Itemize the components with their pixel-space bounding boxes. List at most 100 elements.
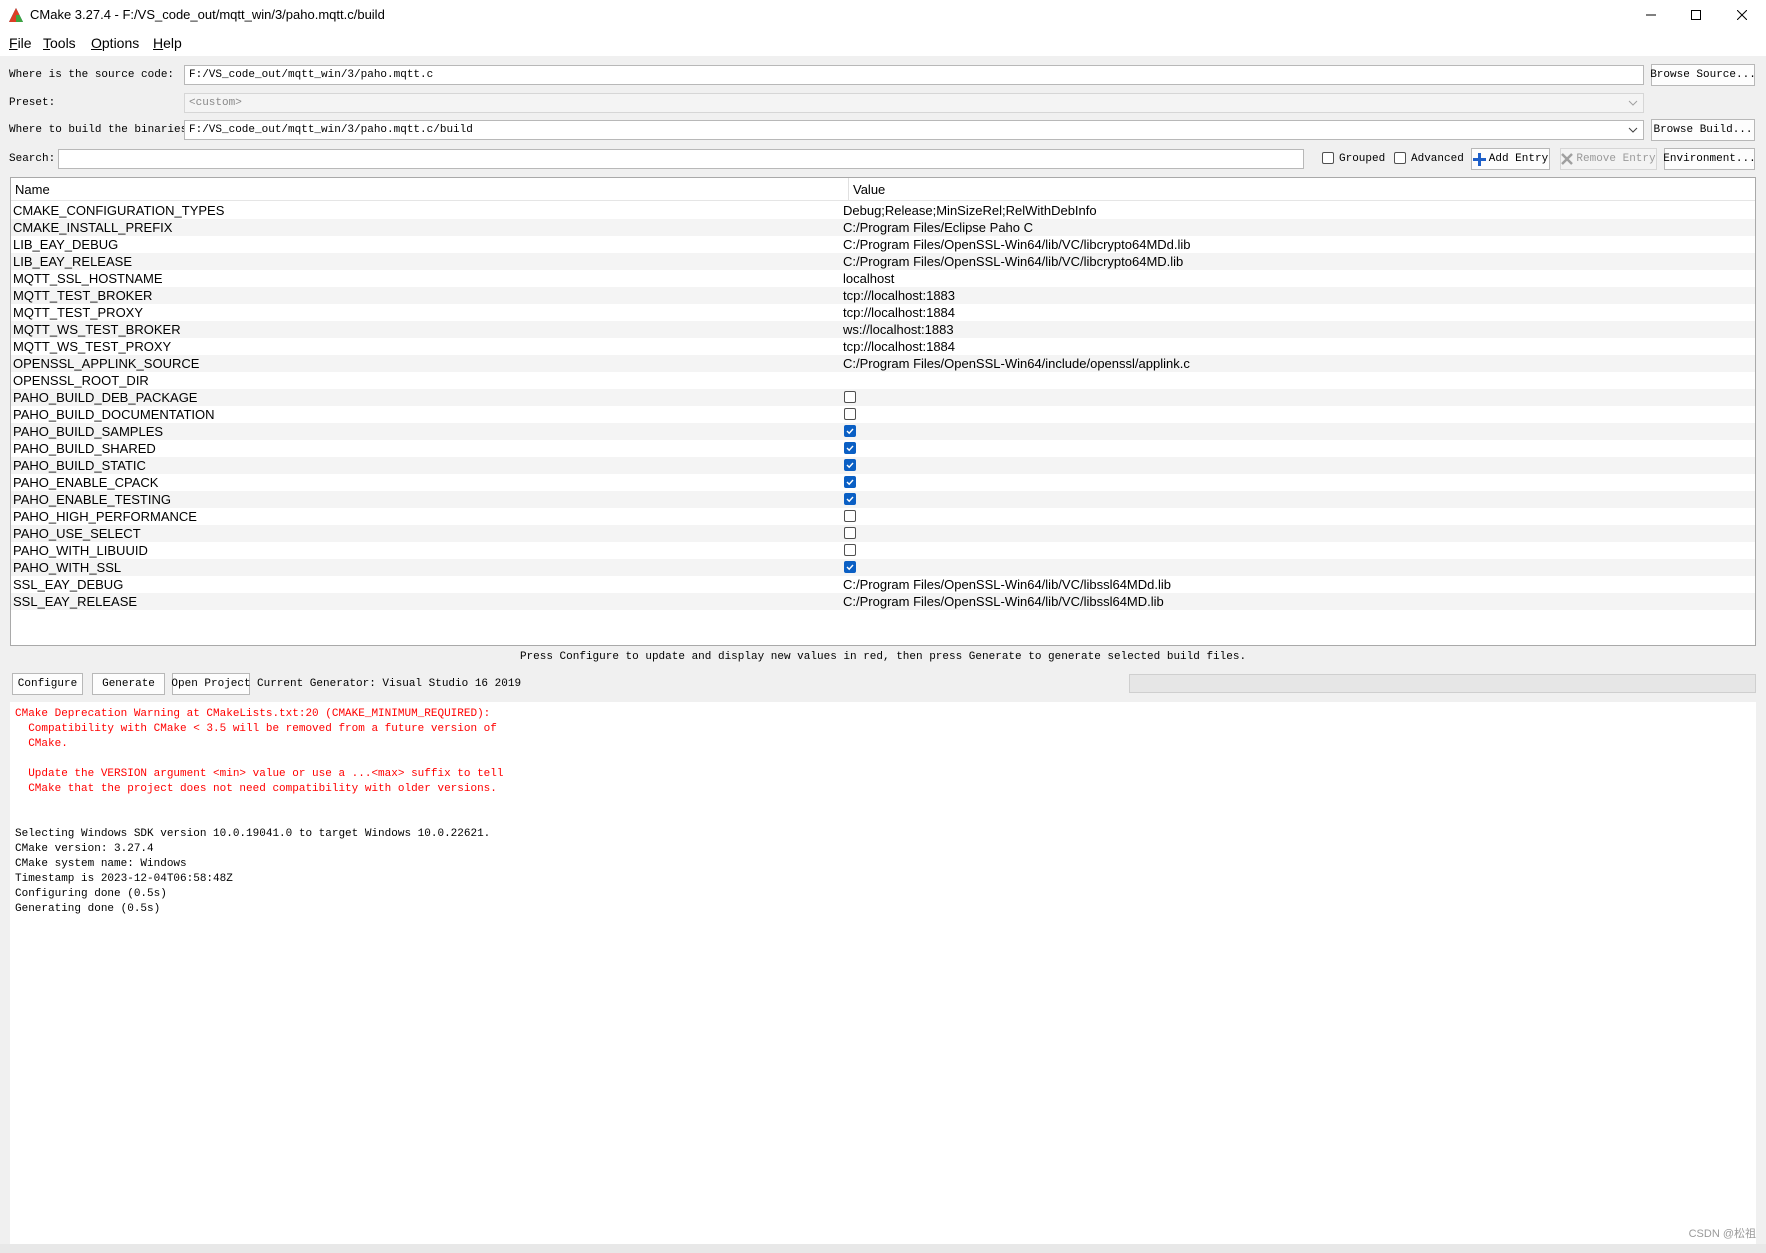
add-entry-button[interactable]: Add Entry xyxy=(1471,148,1550,170)
variable-name: PAHO_WITH_SSL xyxy=(13,560,121,575)
chevron-down-icon xyxy=(1628,125,1638,135)
cache-variables-table: Name Value CMAKE_CONFIGURATION_TYPESDebu… xyxy=(10,177,1756,646)
variable-checkbox[interactable] xyxy=(844,493,856,505)
table-row[interactable]: SSL_EAY_RELEASEC:/Program Files/OpenSSL-… xyxy=(11,593,1755,610)
table-row[interactable]: CMAKE_INSTALL_PREFIXC:/Program Files/Ecl… xyxy=(11,219,1755,236)
open-project-button[interactable]: Open Project xyxy=(172,673,250,695)
variable-value[interactable]: tcp://localhost:1884 xyxy=(843,339,955,354)
variable-value[interactable]: tcp://localhost:1884 xyxy=(843,305,955,320)
variable-checkbox[interactable] xyxy=(844,561,856,573)
search-input[interactable] xyxy=(58,149,1304,169)
advanced-label: Advanced xyxy=(1411,153,1464,165)
log-info-line: Configuring done (0.5s) xyxy=(15,887,1756,902)
generate-button[interactable]: Generate xyxy=(92,673,165,695)
preset-select[interactable]: <custom> xyxy=(184,93,1644,113)
variable-checkbox[interactable] xyxy=(844,408,856,420)
table-row[interactable]: PAHO_ENABLE_CPACK xyxy=(11,474,1755,491)
column-separator[interactable] xyxy=(848,178,849,200)
table-row[interactable]: PAHO_HIGH_PERFORMANCE xyxy=(11,508,1755,525)
progress-bar xyxy=(1129,674,1756,693)
variable-value[interactable]: localhost xyxy=(843,271,894,286)
menu-bar: File Tools Options Help xyxy=(0,30,1766,56)
table-row[interactable]: LIB_EAY_DEBUGC:/Program Files/OpenSSL-Wi… xyxy=(11,236,1755,253)
table-row[interactable]: PAHO_BUILD_STATIC xyxy=(11,457,1755,474)
table-rows: CMAKE_CONFIGURATION_TYPESDebug;Release;M… xyxy=(11,202,1755,610)
maximize-button[interactable] xyxy=(1673,0,1719,30)
variable-value[interactable]: C:/Program Files/OpenSSL-Win64/lib/VC/li… xyxy=(843,254,1183,269)
table-row[interactable]: PAHO_BUILD_SHARED xyxy=(11,440,1755,457)
table-row[interactable]: PAHO_BUILD_DOCUMENTATION xyxy=(11,406,1755,423)
table-row[interactable]: OPENSSL_APPLINK_SOURCEC:/Program Files/O… xyxy=(11,355,1755,372)
variable-checkbox[interactable] xyxy=(844,544,856,556)
minimize-button[interactable] xyxy=(1628,0,1674,30)
grouped-checkbox[interactable] xyxy=(1322,152,1334,164)
table-row[interactable]: CMAKE_CONFIGURATION_TYPESDebug;Release;M… xyxy=(11,202,1755,219)
configure-button[interactable]: Configure xyxy=(12,673,83,695)
remove-entry-button[interactable]: Remove Entry xyxy=(1560,148,1657,170)
table-row[interactable]: MQTT_SSL_HOSTNAMElocalhost xyxy=(11,270,1755,287)
source-label: Where is the source code: xyxy=(9,69,174,81)
variable-name: MQTT_TEST_BROKER xyxy=(13,288,152,303)
table-row[interactable]: PAHO_ENABLE_TESTING xyxy=(11,491,1755,508)
table-row[interactable]: MQTT_TEST_PROXYtcp://localhost:1884 xyxy=(11,304,1755,321)
checkmark-icon xyxy=(845,426,855,436)
log-warning-block: CMake Deprecation Warning at CMakeLists.… xyxy=(15,707,1756,827)
status-message: Press Configure to update and display ne… xyxy=(0,651,1766,663)
menu-tools[interactable]: Tools xyxy=(43,35,76,51)
table-row[interactable]: PAHO_BUILD_DEB_PACKAGE xyxy=(11,389,1755,406)
log-warning-line: Update the VERSION argument <min> value … xyxy=(15,767,1756,782)
table-row[interactable]: OPENSSL_ROOT_DIR xyxy=(11,372,1755,389)
variable-value[interactable]: C:/Program Files/OpenSSL-Win64/lib/VC/li… xyxy=(843,594,1164,609)
variable-checkbox[interactable] xyxy=(844,527,856,539)
variable-checkbox[interactable] xyxy=(844,442,856,454)
watermark: CSDN @松祖 xyxy=(1689,1225,1756,1241)
menu-help[interactable]: Help xyxy=(153,35,182,51)
close-icon xyxy=(1737,10,1747,20)
preset-value: <custom> xyxy=(189,97,242,109)
table-row[interactable]: PAHO_WITH_SSL xyxy=(11,559,1755,576)
checkmark-icon xyxy=(845,477,855,487)
browse-source-button[interactable]: Browse Source... xyxy=(1651,64,1755,86)
variable-checkbox[interactable] xyxy=(844,510,856,522)
table-header: Name Value xyxy=(11,178,1755,201)
table-row[interactable]: LIB_EAY_RELEASEC:/Program Files/OpenSSL-… xyxy=(11,253,1755,270)
preset-label: Preset: xyxy=(9,97,55,109)
table-row[interactable]: MQTT_WS_TEST_BROKERws://localhost:1883 xyxy=(11,321,1755,338)
table-row[interactable]: MQTT_WS_TEST_PROXYtcp://localhost:1884 xyxy=(11,338,1755,355)
variable-value[interactable]: C:/Program Files/OpenSSL-Win64/lib/VC/li… xyxy=(843,577,1171,592)
variable-value[interactable]: ws://localhost:1883 xyxy=(843,322,954,337)
variable-checkbox[interactable] xyxy=(844,391,856,403)
variable-value[interactable]: C:/Program Files/Eclipse Paho C xyxy=(843,220,1033,235)
output-log[interactable]: CMake Deprecation Warning at CMakeLists.… xyxy=(10,702,1756,1244)
variable-value[interactable]: tcp://localhost:1883 xyxy=(843,288,955,303)
advanced-checkbox[interactable] xyxy=(1394,152,1406,164)
build-path-combobox[interactable]: F:/VS_code_out/mqtt_win/3/paho.mqtt.c/bu… xyxy=(184,120,1644,140)
environment-button[interactable]: Environment... xyxy=(1664,148,1755,170)
variable-checkbox[interactable] xyxy=(844,476,856,488)
variable-value[interactable]: C:/Program Files/OpenSSL-Win64/include/o… xyxy=(843,356,1190,371)
variable-value[interactable]: C:/Program Files/OpenSSL-Win64/lib/VC/li… xyxy=(843,237,1191,252)
variable-checkbox[interactable] xyxy=(844,459,856,471)
variable-checkbox[interactable] xyxy=(844,425,856,437)
browse-build-button[interactable]: Browse Build... xyxy=(1651,119,1755,141)
table-row[interactable]: SSL_EAY_DEBUGC:/Program Files/OpenSSL-Wi… xyxy=(11,576,1755,593)
column-header-value[interactable]: Value xyxy=(853,182,885,197)
menu-file[interactable]: File xyxy=(9,35,32,51)
variable-name: PAHO_BUILD_STATIC xyxy=(13,458,146,473)
variable-name: PAHO_BUILD_DEB_PACKAGE xyxy=(13,390,197,405)
source-path-input[interactable]: F:/VS_code_out/mqtt_win/3/paho.mqtt.c xyxy=(184,65,1644,85)
chevron-down-icon xyxy=(1628,98,1638,108)
table-row[interactable]: PAHO_USE_SELECT xyxy=(11,525,1755,542)
remove-icon xyxy=(1561,153,1573,165)
close-button[interactable] xyxy=(1719,0,1765,30)
log-warning-line: CMake Deprecation Warning at CMakeLists.… xyxy=(15,707,1756,722)
variable-name: PAHO_BUILD_SAMPLES xyxy=(13,424,163,439)
table-row[interactable]: MQTT_TEST_BROKER tcp://localhost:1883 xyxy=(11,287,1755,304)
column-header-name[interactable]: Name xyxy=(15,182,50,197)
checkmark-icon xyxy=(845,494,855,504)
variable-name: PAHO_ENABLE_TESTING xyxy=(13,492,171,507)
menu-options[interactable]: Options xyxy=(91,35,139,51)
table-row[interactable]: PAHO_BUILD_SAMPLES xyxy=(11,423,1755,440)
table-row[interactable]: PAHO_WITH_LIBUUID xyxy=(11,542,1755,559)
variable-value[interactable]: Debug;Release;MinSizeRel;RelWithDebInfo xyxy=(843,203,1097,218)
